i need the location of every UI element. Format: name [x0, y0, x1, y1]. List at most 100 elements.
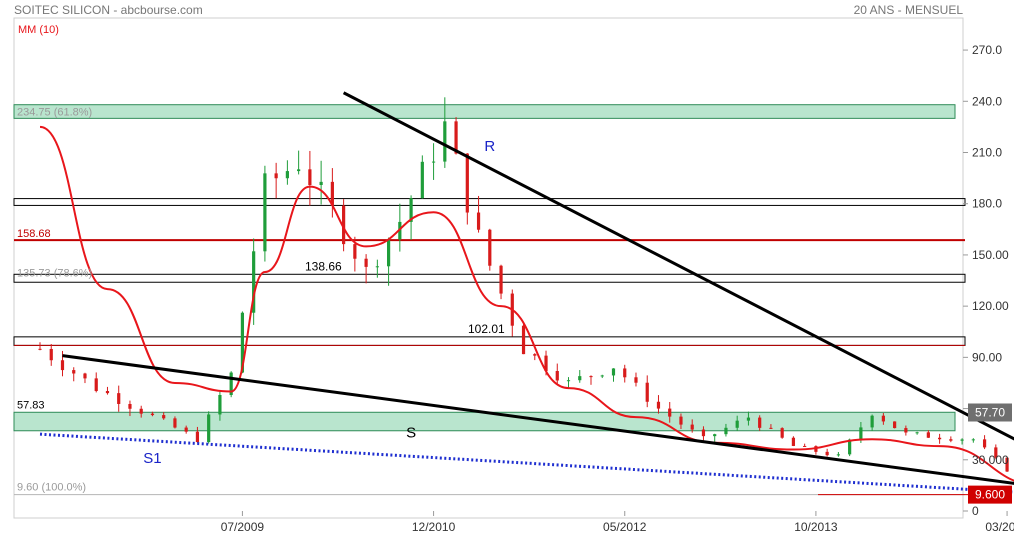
- x-tick-label: 07/2009: [221, 520, 265, 534]
- candle-body: [746, 417, 751, 421]
- candle-body: [623, 368, 627, 378]
- x-tick-label: 05/2012: [603, 520, 647, 534]
- candle-body: [634, 377, 638, 383]
- candle-body: [859, 427, 863, 440]
- candle-body: [207, 414, 211, 443]
- candle-body: [521, 325, 526, 355]
- candle-body: [184, 427, 188, 432]
- candle-body: [364, 258, 368, 267]
- candle-body: [960, 439, 964, 441]
- candle-body: [926, 432, 930, 438]
- candle-body: [904, 428, 908, 433]
- y-tick-label: 30.000: [972, 453, 1009, 467]
- candle-body: [60, 360, 65, 371]
- plot-frame: [13, 17, 964, 519]
- candle-body: [600, 375, 604, 377]
- candle-body: [162, 415, 166, 419]
- candle-body: [488, 229, 492, 266]
- candle-body: [533, 354, 537, 356]
- candle-body: [656, 401, 661, 409]
- candle-body: [105, 391, 110, 394]
- candle-body: [150, 413, 155, 416]
- candle-body: [679, 416, 683, 425]
- candle-body: [353, 244, 357, 259]
- candle-body: [881, 415, 885, 422]
- moving-average-line: [39, 125, 1014, 482]
- y-tick-label: 180.0: [972, 197, 1002, 211]
- candle-body: [420, 161, 424, 199]
- y-tick-label: 270.0: [972, 43, 1002, 57]
- candle-body: [173, 418, 177, 428]
- candle-body: [476, 212, 481, 230]
- candle-body: [915, 432, 919, 434]
- candle-body: [668, 408, 672, 417]
- annotation-s-2: S: [406, 425, 416, 442]
- level-label-0: 234.75 (61.8%): [17, 107, 92, 119]
- chart-canvas: 234.75 (61.8%) 158.68 135.73 (78.6%) 138.66…: [13, 3, 1014, 534]
- candle-body: [589, 376, 593, 378]
- candle-body: [49, 348, 53, 361]
- y-tick-label: 90.00: [972, 350, 1002, 364]
- candle-body: [195, 431, 200, 443]
- y-tick-label: 150.00: [972, 248, 1009, 262]
- low-price-label: 9.600: [975, 488, 1005, 502]
- candle-body: [386, 239, 391, 267]
- annotation-s1-4: S1: [143, 450, 161, 467]
- level-label-6: 9.60 (100.0%): [17, 482, 86, 494]
- candle-body: [836, 454, 840, 456]
- candle-body: [128, 403, 132, 409]
- candle-body: [443, 121, 447, 162]
- level-zone-0: [13, 104, 956, 119]
- candle-body: [803, 445, 807, 447]
- level-box-3: [13, 273, 966, 283]
- chart-period: 20 ANS - MENSUEL: [854, 3, 964, 17]
- candle-body: [308, 169, 312, 185]
- candle-body: [938, 437, 942, 440]
- candle-body: [870, 415, 874, 428]
- y-tick-label: 0: [972, 504, 979, 518]
- candle-body: [971, 439, 975, 441]
- candle-body: [465, 153, 469, 213]
- candle-body: [38, 348, 42, 350]
- candle-body: [555, 370, 559, 381]
- candle-body: [780, 428, 784, 438]
- candle-body: [713, 434, 717, 437]
- candle-body: [117, 393, 121, 404]
- candle-body: [735, 420, 739, 428]
- candle-body: [94, 378, 98, 392]
- candle-body: [690, 424, 694, 430]
- candle-body: [297, 169, 301, 172]
- candle-body: [263, 173, 267, 252]
- level-label-5: 57.83: [17, 399, 45, 411]
- level-right-label-3: 138.66: [305, 259, 342, 273]
- candle-body: [982, 439, 987, 448]
- candle-body: [285, 171, 289, 179]
- candle-body: [218, 394, 222, 415]
- candle-body: [791, 437, 796, 446]
- candle-body: [611, 368, 616, 376]
- candle-body: [375, 266, 379, 268]
- candle-body: [139, 408, 143, 414]
- candle-body: [274, 173, 278, 179]
- candle-body: [578, 376, 582, 381]
- candle-body: [72, 370, 76, 374]
- level-zone-5: [13, 411, 956, 432]
- chart-container: 234.75 (61.8%) 158.68 135.73 (78.6%) 138.66…: [0, 0, 1014, 538]
- candle-body: [949, 439, 953, 441]
- level-label-3: 135.73 (78.6%): [17, 267, 92, 279]
- level-right-label-4: 102.01: [468, 322, 505, 336]
- chart-title: SOITEC SILICON - abcbourse.com: [14, 3, 203, 17]
- candle-body: [566, 380, 571, 382]
- candle-body: [825, 451, 829, 456]
- indicator-label: MM (10): [18, 24, 59, 36]
- x-tick-label: 03/2015: [985, 520, 1014, 534]
- candle-body: [83, 373, 87, 379]
- candle-body: [645, 382, 649, 402]
- candle-body: [769, 427, 773, 429]
- y-tick-label: 120.00: [972, 299, 1009, 313]
- x-tick-label: 12/2010: [412, 520, 456, 534]
- candle-body: [893, 421, 897, 429]
- candle-body: [758, 417, 762, 428]
- candle-body: [701, 429, 706, 437]
- last-price-label: 57.70: [975, 405, 1005, 419]
